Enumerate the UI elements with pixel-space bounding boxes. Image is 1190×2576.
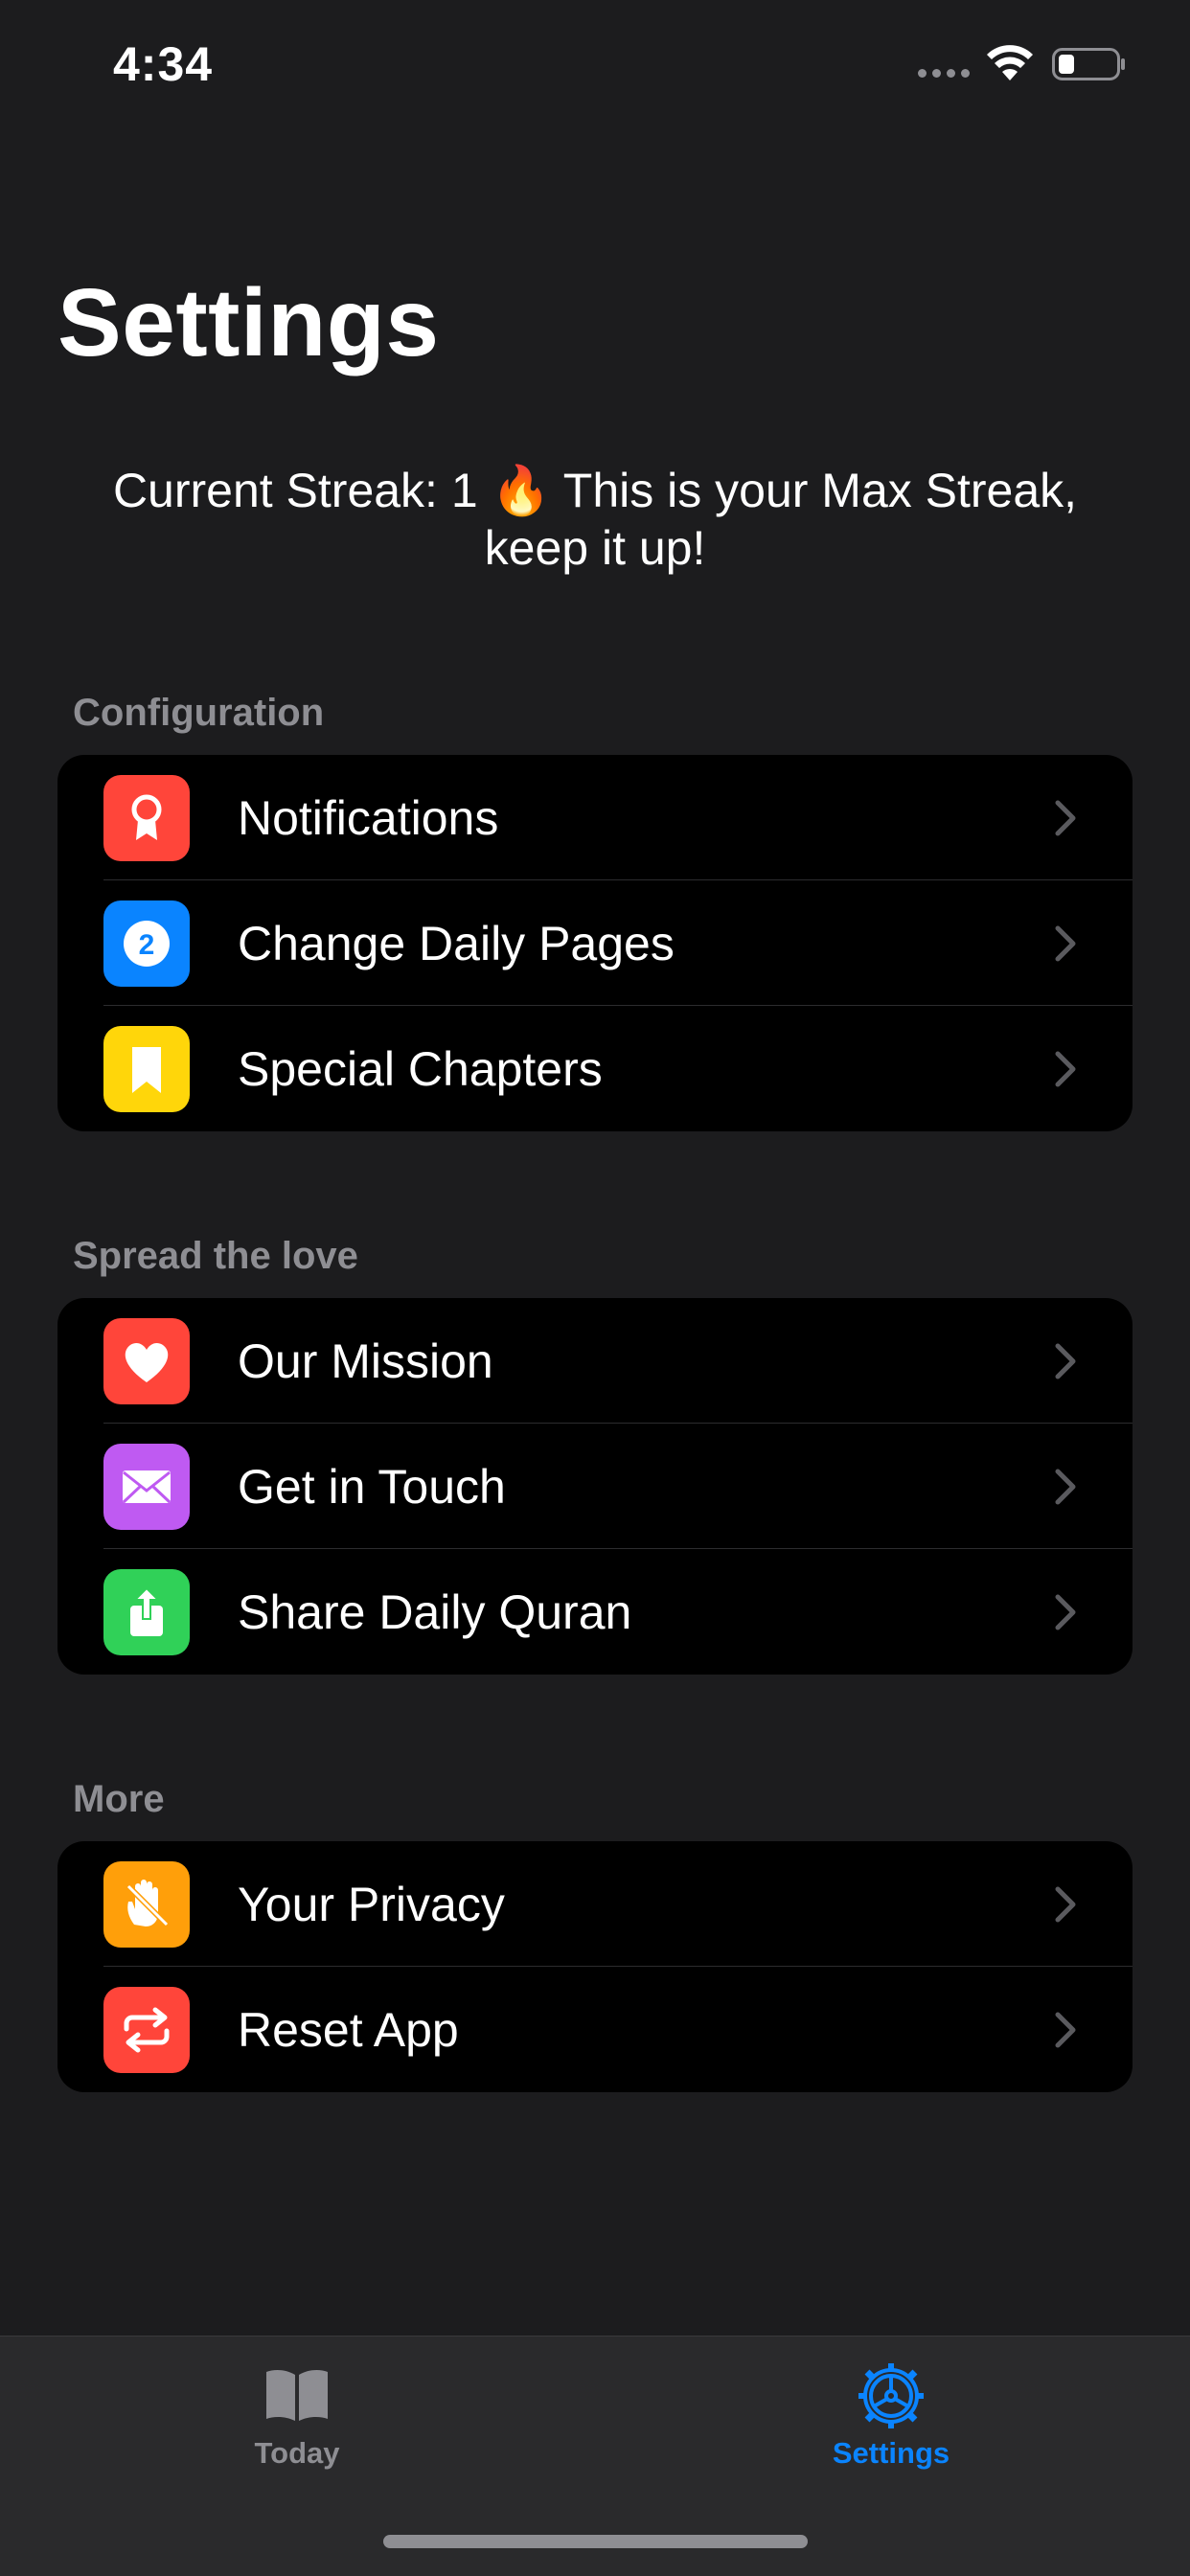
row-label: Your Privacy — [238, 1877, 505, 1931]
settings-row-get-in-touch[interactable]: Get in Touch — [57, 1424, 1133, 1549]
chevron-right-icon — [1055, 800, 1076, 836]
book-icon — [266, 2370, 328, 2421]
status-bar: 4:34 — [0, 0, 1190, 125]
settings-row-your-privacy[interactable]: Your Privacy — [57, 1841, 1133, 1967]
row-label: Special Chapters — [238, 1041, 603, 1096]
page-title: Settings — [57, 269, 440, 376]
tab-settings[interactable]: Settings — [747, 2337, 1035, 2499]
heart-icon — [103, 1318, 190, 1404]
settings-group-more: Your Privacy Reset App — [57, 1841, 1133, 2092]
share-icon — [103, 1569, 190, 1655]
settings-row-share-daily-quran[interactable]: Share Daily Quran — [57, 1549, 1133, 1675]
cellular-signal-icon — [918, 69, 970, 78]
chevron-right-icon — [1055, 1594, 1076, 1630]
tab-label: Settings — [832, 2436, 950, 2470]
hand-raised-slash-icon — [103, 1861, 190, 1948]
chevron-right-icon — [1055, 1469, 1076, 1505]
settings-row-reset-app[interactable]: Reset App — [57, 1967, 1133, 2092]
settings-row-notifications[interactable]: Notifications — [57, 755, 1133, 880]
chevron-right-icon — [1055, 1051, 1076, 1087]
tab-label: Today — [254, 2436, 340, 2470]
settings-group-spread-the-love: Our Mission Get in Touch Share Daily Qur… — [57, 1298, 1133, 1675]
status-time: 4:34 — [113, 37, 214, 91]
settings-row-our-mission[interactable]: Our Mission — [57, 1298, 1133, 1424]
svg-text:2: 2 — [139, 929, 155, 961]
streak-message: Current Streak: 1 🔥 This is your Max Str… — [112, 464, 1078, 575]
row-label: Notifications — [238, 790, 499, 845]
gear-icon — [858, 2363, 924, 2428]
battery-icon — [1052, 48, 1125, 80]
row-label: Share Daily Quran — [238, 1584, 632, 1639]
row-label: Get in Touch — [238, 1459, 506, 1514]
settings-row-change-daily-pages[interactable]: 2 Change Daily Pages — [57, 880, 1133, 1006]
chevron-right-icon — [1055, 1343, 1076, 1379]
envelope-icon — [103, 1444, 190, 1530]
row-label: Our Mission — [238, 1334, 493, 1388]
section-header-more: More — [73, 1778, 165, 1820]
chevron-right-icon — [1055, 1886, 1076, 1923]
settings-row-special-chapters[interactable]: Special Chapters — [57, 1006, 1133, 1131]
chevron-right-icon — [1055, 925, 1076, 962]
section-header-configuration: Configuration — [73, 692, 325, 734]
wifi-icon — [987, 45, 1033, 80]
tab-today[interactable]: Today — [153, 2337, 441, 2499]
section-header-spread-the-love: Spread the love — [73, 1235, 358, 1277]
number-2-circle-icon: 2 — [103, 900, 190, 987]
ribbon-award-icon — [103, 775, 190, 861]
row-label: Reset App — [238, 2002, 459, 2057]
home-indicator[interactable] — [383, 2535, 808, 2548]
repeat-arrows-icon — [103, 1987, 190, 2073]
bookmark-icon — [103, 1026, 190, 1112]
row-label: Change Daily Pages — [238, 916, 675, 970]
chevron-right-icon — [1055, 2012, 1076, 2048]
settings-group-configuration: Notifications 2 Change Daily Pages Speci… — [57, 755, 1133, 1131]
